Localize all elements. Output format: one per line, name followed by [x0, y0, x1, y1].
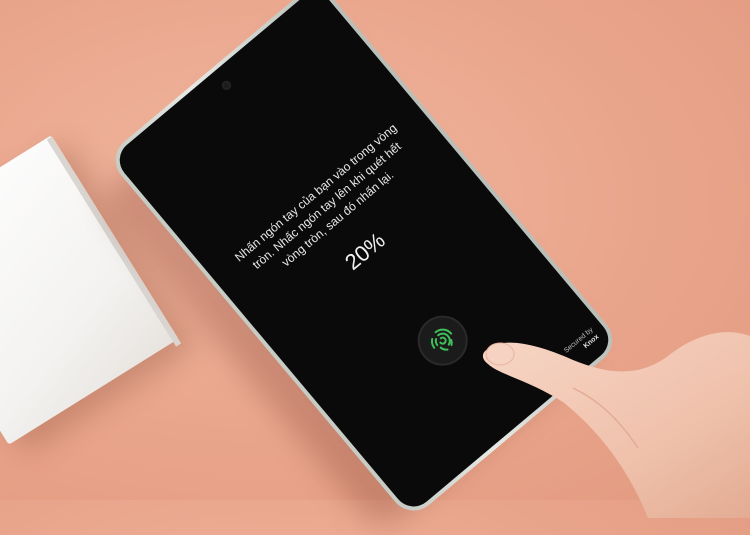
front-camera — [220, 79, 233, 92]
hand-pressing-sensor — [483, 332, 750, 518]
fingerprint-icon — [430, 328, 453, 351]
fingerprint-sensor-button[interactable] — [407, 305, 478, 376]
